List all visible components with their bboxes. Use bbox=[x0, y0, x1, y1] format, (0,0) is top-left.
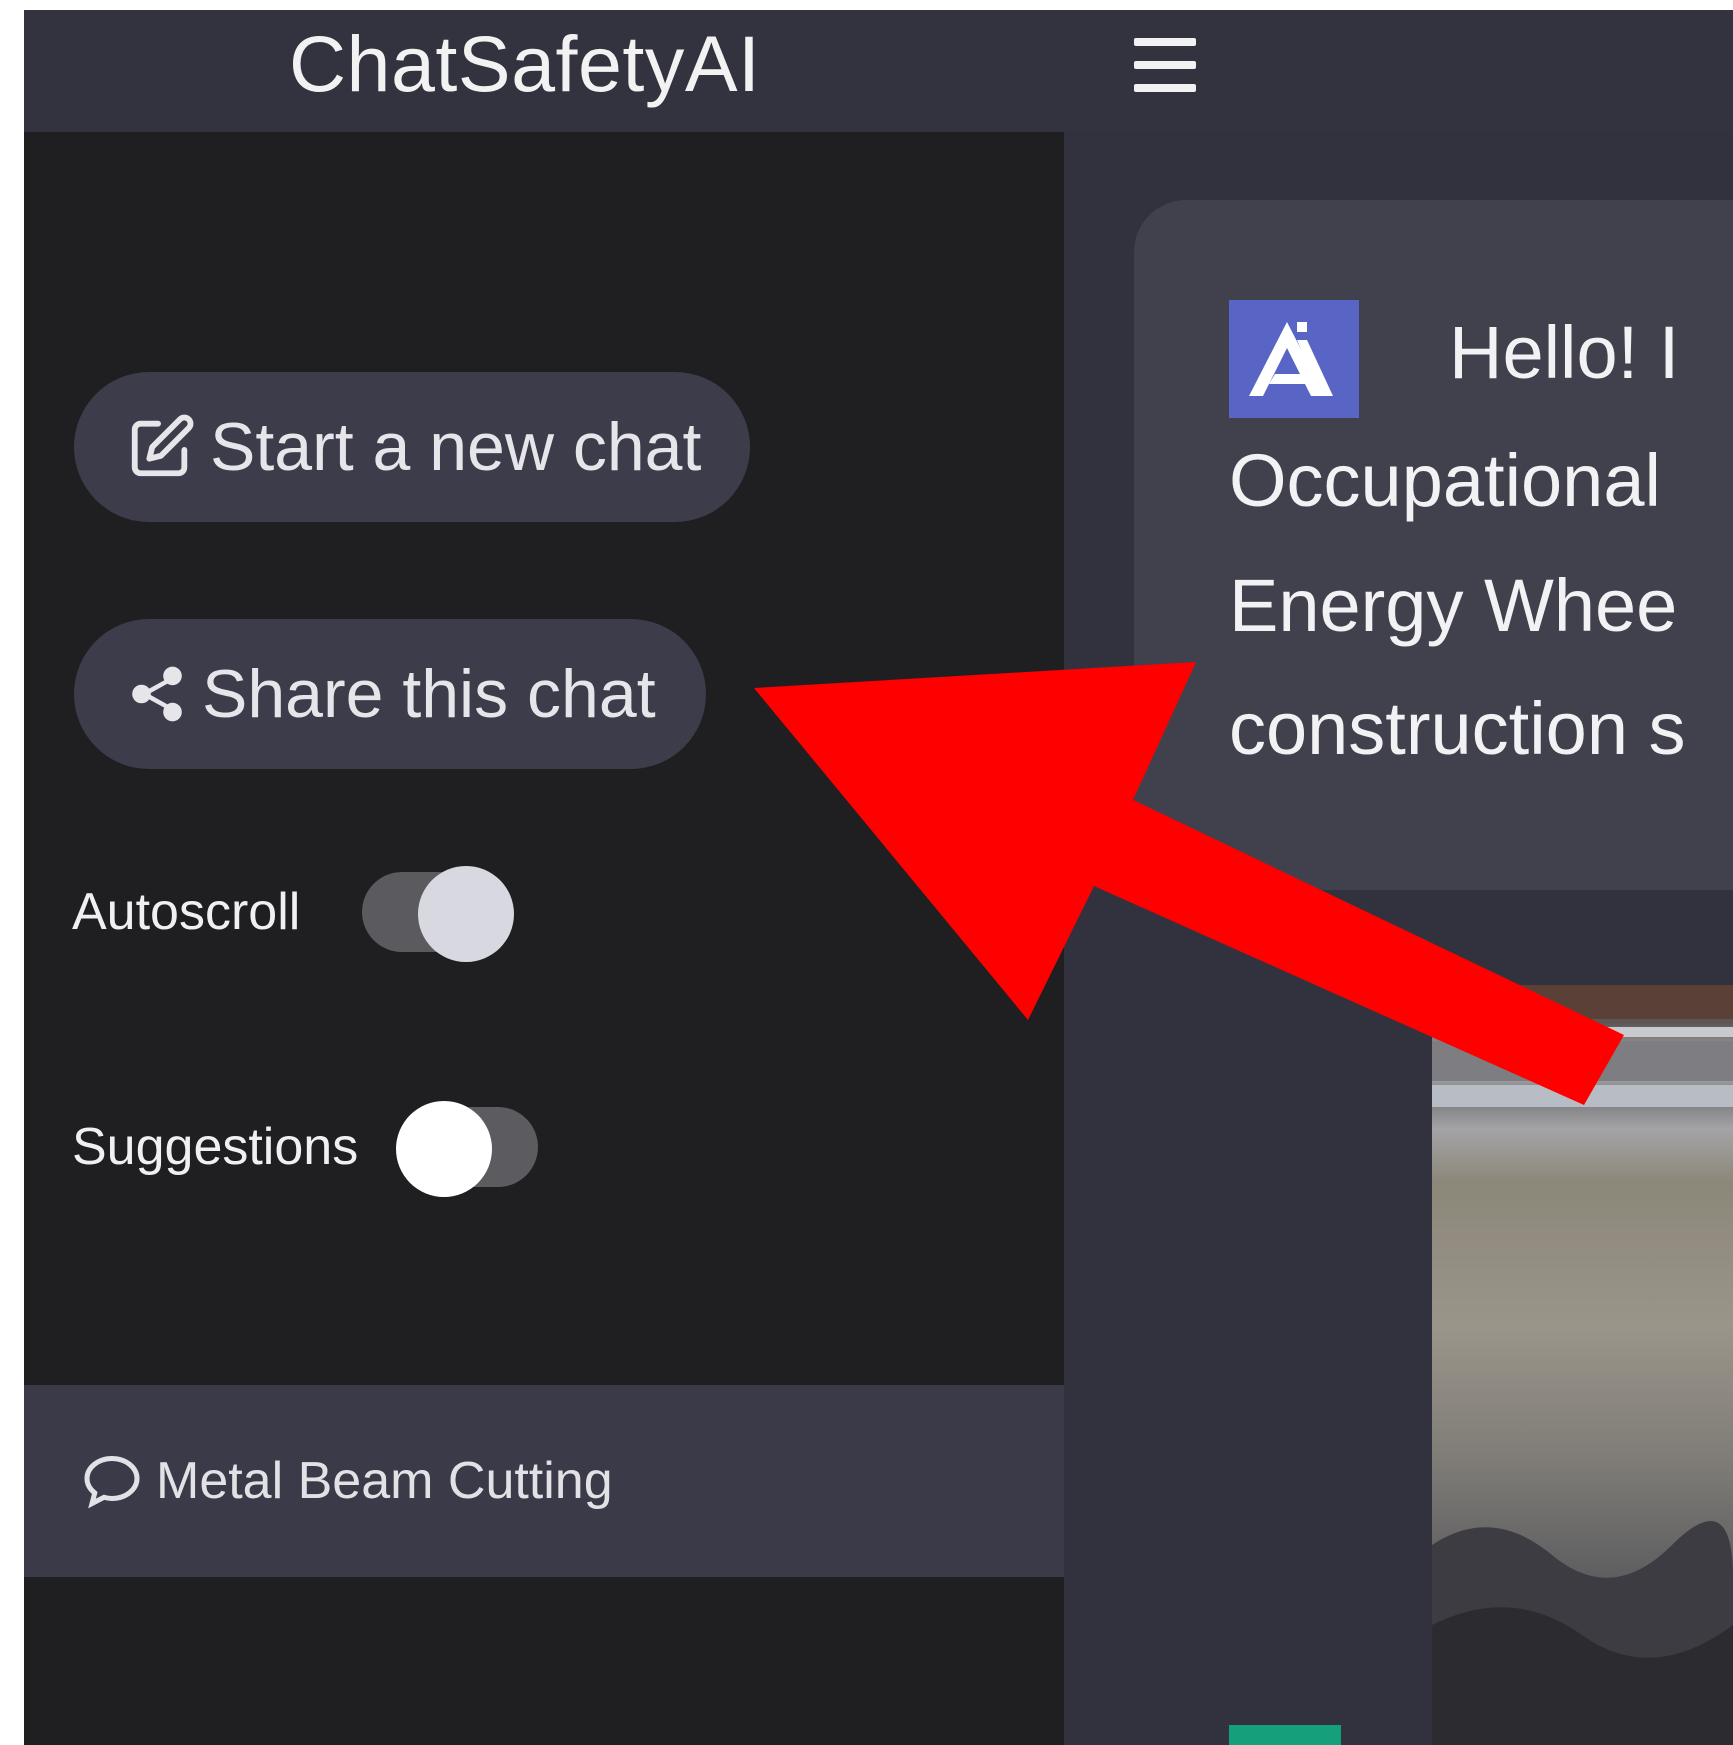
edit-icon bbox=[131, 414, 194, 477]
share-icon bbox=[132, 666, 182, 722]
bot-message-card bbox=[1134, 200, 1733, 890]
chat-bubble-icon bbox=[84, 1455, 140, 1509]
photo-texture bbox=[1432, 985, 1733, 1745]
toggle-knob bbox=[396, 1101, 493, 1197]
chat-history-label: Metal Beam Cutting bbox=[156, 1452, 613, 1510]
autoscroll-toggle[interactable] bbox=[362, 866, 515, 962]
ai-logo-icon bbox=[1249, 322, 1333, 396]
bot-message-line: construction s bbox=[1229, 687, 1686, 770]
app-window: ChatSafetyAI Start a new chat Share this… bbox=[24, 10, 1733, 1745]
suggestions-toggle[interactable] bbox=[396, 1101, 539, 1197]
toggle-knob bbox=[418, 866, 515, 962]
suggestions-label: Suggestions bbox=[72, 1118, 359, 1176]
share-chat-button[interactable]: Share this chat bbox=[74, 619, 706, 769]
bot-message-line: Occupational bbox=[1229, 439, 1661, 522]
construction-site-photo bbox=[1432, 985, 1733, 1745]
share-chat-label: Share this chat bbox=[202, 656, 656, 732]
suggestions-setting: Suggestions bbox=[72, 1101, 539, 1197]
start-new-chat-label: Start a new chat bbox=[210, 409, 702, 485]
bot-message-greeting: Hello! I bbox=[1449, 311, 1680, 394]
hamburger-menu-icon[interactable] bbox=[1132, 38, 1200, 94]
sidebar: Start a new chat Share this chat Autoscr… bbox=[24, 132, 1064, 1745]
chat-history-item[interactable]: Metal Beam Cutting bbox=[24, 1385, 1064, 1577]
bot-avatar bbox=[1229, 300, 1359, 418]
start-new-chat-button[interactable]: Start a new chat bbox=[74, 372, 750, 522]
autoscroll-label: Autoscroll bbox=[72, 883, 301, 941]
app-title: ChatSafetyAI bbox=[289, 19, 761, 108]
autoscroll-setting: Autoscroll bbox=[72, 866, 515, 962]
user-avatar bbox=[1229, 1725, 1341, 1745]
top-header: ChatSafetyAI bbox=[24, 10, 1733, 132]
bot-message-line: Energy Whee bbox=[1229, 564, 1678, 647]
